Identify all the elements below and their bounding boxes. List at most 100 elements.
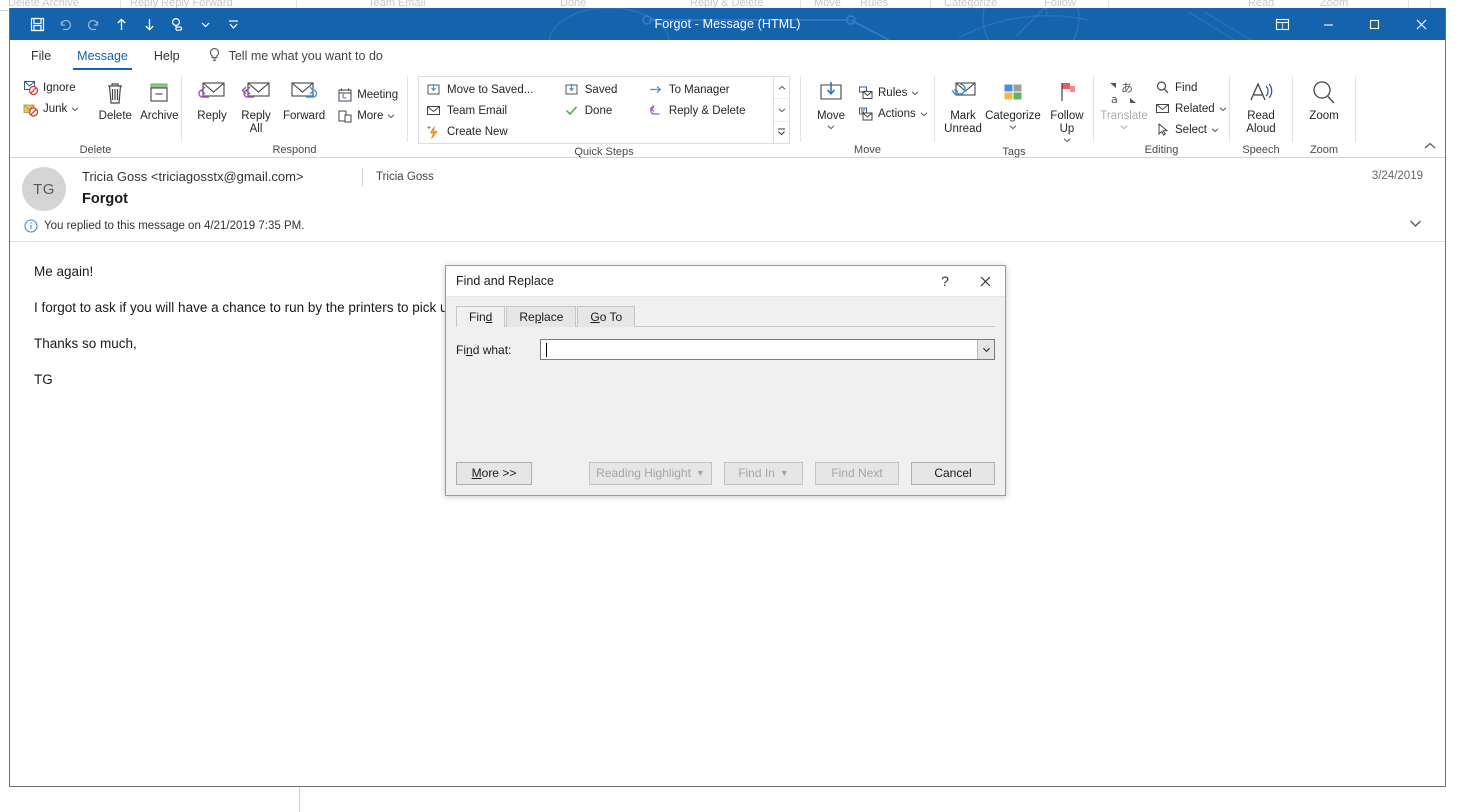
- close-icon[interactable]: [1397, 8, 1445, 40]
- save-icon[interactable]: [24, 12, 50, 36]
- zoom-label: Zoom: [1309, 110, 1339, 122]
- find-button[interactable]: Find: [1150, 77, 1231, 98]
- quick-step-reply-delete[interactable]: Reply & Delete: [645, 100, 773, 121]
- move-button[interactable]: Move: [809, 74, 853, 131]
- quick-access-toolbar[interactable]: [10, 12, 246, 36]
- window-controls[interactable]: [1259, 8, 1445, 40]
- junk-button[interactable]: Junk: [18, 98, 83, 119]
- categorize-button[interactable]: Categorize: [985, 74, 1041, 131]
- ribbon-group-speech: Read Aloud Speech: [1230, 70, 1292, 158]
- rules-button[interactable]: Rules: [853, 82, 932, 103]
- lightbulb-icon: [207, 47, 222, 66]
- next-item-icon[interactable]: [136, 12, 162, 36]
- meeting-button[interactable]: Meeting: [332, 84, 402, 105]
- chevron-down-icon[interactable]: [920, 110, 928, 118]
- quick-steps-scrollbar[interactable]: [773, 77, 789, 143]
- chevron-down-icon[interactable]: [192, 12, 218, 36]
- ribbon-group-move: Move Rules Actions Move: [801, 70, 934, 158]
- quick-steps-gallery[interactable]: Move to Saved... Saved To Manager Team E…: [418, 76, 790, 144]
- quick-step-team-email[interactable]: Team Email: [423, 100, 561, 121]
- quick-step-done[interactable]: Done: [561, 100, 645, 121]
- scroll-up-icon[interactable]: [774, 77, 789, 98]
- translate-button[interactable]: あ a Translate: [1098, 74, 1150, 131]
- close-icon[interactable]: [965, 266, 1005, 296]
- dialog-tabs[interactable]: Find Replace Go To: [446, 306, 1005, 328]
- ribbon-tabs[interactable]: File Message Help Tell me what you want …: [10, 40, 1445, 70]
- touch-mode-icon[interactable]: [164, 12, 190, 36]
- customize-qat-icon[interactable]: [220, 12, 246, 36]
- chevron-down-icon[interactable]: [1211, 126, 1219, 134]
- recipient: Tricia Goss: [376, 171, 434, 183]
- reading-highlight-button[interactable]: Reading Highlight ▼: [589, 461, 712, 485]
- maximize-icon[interactable]: [1351, 8, 1397, 40]
- reply-all-button[interactable]: Reply All: [234, 74, 278, 136]
- ribbon-display-options-icon[interactable]: [1259, 8, 1305, 40]
- chevron-down-icon[interactable]: [1219, 105, 1227, 113]
- sender-address[interactable]: Tricia Goss <triciagosstx@gmail.com>: [82, 169, 304, 184]
- minimize-icon[interactable]: [1305, 8, 1351, 40]
- ignore-button[interactable]: Ignore: [18, 77, 83, 98]
- chevron-down-icon[interactable]: [911, 89, 919, 97]
- redo-icon[interactable]: [80, 12, 106, 36]
- chevron-down-icon[interactable]: [71, 105, 79, 113]
- reply-status-text: You replied to this message on 4/21/2019…: [44, 220, 305, 232]
- dialog-tab-replace[interactable]: Replace: [506, 306, 577, 327]
- ribbon-group-editing: あ a Translate Find Related Select Editin…: [1094, 70, 1229, 158]
- quick-step-create-new[interactable]: Create New: [423, 122, 561, 143]
- question-mark-icon[interactable]: ?: [925, 266, 965, 296]
- ribbon-group-respond: Reply Reply All Forward Meeting More Res…: [182, 70, 407, 158]
- quick-steps-more-icon[interactable]: [774, 120, 789, 143]
- delete-button[interactable]: Delete: [93, 74, 137, 123]
- related-icon: [1154, 100, 1171, 117]
- archive-button[interactable]: Archive: [137, 74, 181, 123]
- zoom-button[interactable]: Zoom: [1302, 74, 1346, 123]
- translate-label: Translate: [1100, 110, 1148, 122]
- quick-step-label: Reply & Delete: [668, 104, 746, 117]
- select-button[interactable]: Select: [1150, 119, 1231, 140]
- tab-help[interactable]: Help: [141, 42, 193, 70]
- chevron-down-icon[interactable]: [1120, 123, 1128, 131]
- junk-label: Junk: [43, 102, 68, 115]
- chevron-down-icon[interactable]: [1063, 136, 1071, 144]
- tab-message[interactable]: Message: [64, 42, 141, 70]
- find-in-label: Find In: [738, 466, 775, 480]
- collapse-ribbon-icon[interactable]: [1423, 139, 1437, 153]
- quick-step-move-to-saved[interactable]: Move to Saved...: [423, 79, 561, 100]
- chevron-down-icon[interactable]: [977, 340, 994, 359]
- quick-step-label: Move to Saved...: [447, 83, 534, 96]
- reading-highlight-label: Reading Highlight: [596, 466, 691, 480]
- quick-step-to-manager[interactable]: To Manager: [645, 79, 773, 100]
- undo-icon[interactable]: [52, 12, 78, 36]
- categorize-icon: [998, 76, 1028, 110]
- reply-status-notice: You replied to this message on 4/21/2019…: [24, 219, 304, 233]
- find-in-button[interactable]: Find In ▼: [724, 461, 803, 485]
- chevron-down-icon[interactable]: [827, 123, 835, 131]
- reply-button[interactable]: Reply: [190, 74, 234, 123]
- info-icon: [24, 219, 38, 233]
- quick-step-saved[interactable]: Saved: [561, 79, 645, 100]
- more-icon: [336, 107, 353, 124]
- cancel-button[interactable]: Cancel: [911, 461, 995, 485]
- dialog-tab-go-to[interactable]: Go To: [577, 306, 636, 327]
- mark-unread-button[interactable]: Mark Unread: [941, 74, 985, 136]
- actions-button[interactable]: Actions: [853, 103, 932, 124]
- chevron-down-icon[interactable]: [387, 112, 395, 120]
- follow-up-button[interactable]: Follow Up: [1041, 74, 1093, 144]
- find-what-value[interactable]: [541, 340, 977, 359]
- dialog-tab-find[interactable]: Find: [456, 306, 506, 328]
- more-button[interactable]: More >>: [456, 461, 532, 485]
- scroll-down-icon[interactable]: [774, 98, 789, 120]
- find-next-button[interactable]: Find Next: [815, 461, 899, 485]
- reply-all-icon: [239, 76, 273, 110]
- chevron-down-icon[interactable]: [1009, 123, 1017, 131]
- forward-button[interactable]: Forward: [278, 74, 330, 123]
- read-aloud-button[interactable]: Read Aloud: [1239, 74, 1283, 136]
- tell-me-search[interactable]: Tell me what you want to do: [207, 42, 383, 70]
- more-respond-button[interactable]: More: [332, 105, 402, 126]
- chevron-down-icon[interactable]: [1408, 216, 1423, 231]
- find-what-input[interactable]: [540, 339, 995, 360]
- related-button[interactable]: Related: [1150, 98, 1231, 119]
- tab-file[interactable]: File: [18, 42, 64, 70]
- previous-item-icon[interactable]: [108, 12, 134, 36]
- delete-label: Delete: [98, 110, 132, 122]
